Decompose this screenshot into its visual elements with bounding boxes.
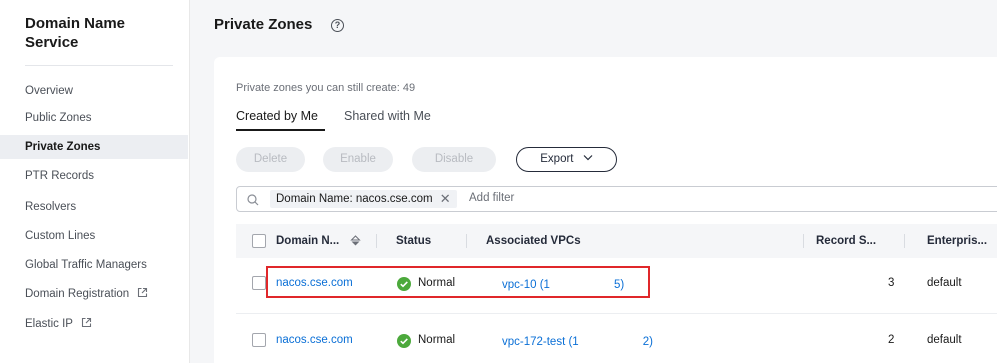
column-header-record-sets: Record S... [816, 235, 877, 247]
sidebar-divider [25, 65, 173, 66]
page-title: Private Zones [214, 16, 313, 33]
sidebar-item-ptr-records[interactable]: PTR Records [0, 164, 188, 188]
status-text: Normal [418, 334, 456, 346]
sidebar-item-domain-registration[interactable]: Domain Registration [0, 282, 188, 306]
redaction-mask [578, 334, 643, 348]
column-divider [803, 234, 804, 248]
help-icon[interactable]: ? [331, 19, 344, 32]
external-link-icon [138, 287, 148, 298]
filter-search-bar[interactable]: Domain Name: nacos.cse.com ✕ Add filter [236, 186, 997, 212]
sidebar-item-resolvers[interactable]: Resolvers [0, 195, 188, 219]
row-checkbox[interactable] [252, 276, 266, 290]
chevron-down-icon [583, 155, 593, 161]
quota-text: Private zones you can still create: 49 [236, 82, 416, 94]
column-header-status: Status [396, 235, 432, 247]
vpc-link[interactable]: vpc-172-test (1 2) [502, 334, 653, 348]
export-button[interactable]: Export [516, 147, 617, 172]
delete-button[interactable]: Delete [236, 147, 305, 172]
table-row: nacos.cse.com Normal vpc-172-test (1 2) 2… [236, 315, 997, 363]
export-label: Export [540, 153, 574, 165]
check-circle-icon [397, 334, 411, 348]
table-header: Domain N... Status Associated VPCs Recor… [236, 224, 997, 258]
sidebar-item-private-zones[interactable]: Private Zones [0, 135, 188, 159]
record-sets-value: 3 [888, 277, 895, 289]
filter-chip[interactable]: Domain Name: nacos.cse.com ✕ [270, 190, 457, 208]
column-header-associated-vpcs: Associated VPCs [486, 235, 581, 247]
filter-chip-label: Domain Name: nacos.cse.com [276, 193, 433, 205]
tab-created-by-me[interactable]: Created by Me [236, 109, 318, 123]
column-header-domain[interactable]: Domain N... [276, 224, 362, 258]
column-divider [904, 234, 905, 248]
close-icon[interactable]: ✕ [440, 190, 451, 208]
sidebar-item-global-traffic-managers[interactable]: Global Traffic Managers [0, 253, 188, 277]
domain-link[interactable]: nacos.cse.com [276, 334, 353, 346]
sidebar-item-overview[interactable]: Overview [0, 79, 188, 103]
highlight-box [266, 266, 650, 298]
row-checkbox[interactable] [252, 333, 266, 347]
select-all-checkbox[interactable] [252, 234, 266, 248]
sidebar-item-elastic-ip[interactable]: Elastic IP [0, 312, 188, 336]
search-icon [247, 194, 259, 206]
service-title: Domain Name Service [25, 15, 126, 51]
tab-shared-with-me[interactable]: Shared with Me [344, 109, 431, 123]
zones-card: Private zones you can still create: 49 C… [214, 57, 997, 363]
column-divider [466, 234, 467, 248]
active-tab-indicator [236, 129, 325, 131]
enterprise-project-value: default [927, 277, 962, 289]
record-sets-value: 2 [888, 334, 895, 346]
external-link-icon [81, 317, 91, 328]
enable-button[interactable]: Enable [323, 147, 393, 172]
add-filter-input[interactable]: Add filter [469, 192, 514, 204]
column-divider [376, 234, 377, 248]
sidebar: Domain Name Service Overview Public Zone… [0, 0, 190, 363]
sidebar-item-custom-lines[interactable]: Custom Lines [0, 224, 188, 248]
enterprise-project-value: default [927, 334, 962, 346]
sidebar-item-public-zones[interactable]: Public Zones [0, 106, 188, 130]
disable-button[interactable]: Disable [412, 147, 496, 172]
sort-icon[interactable] [350, 235, 362, 246]
column-header-enterprise-project: Enterpris... [927, 235, 988, 247]
main-content: Private Zones ? Private zones you can st… [190, 0, 997, 363]
